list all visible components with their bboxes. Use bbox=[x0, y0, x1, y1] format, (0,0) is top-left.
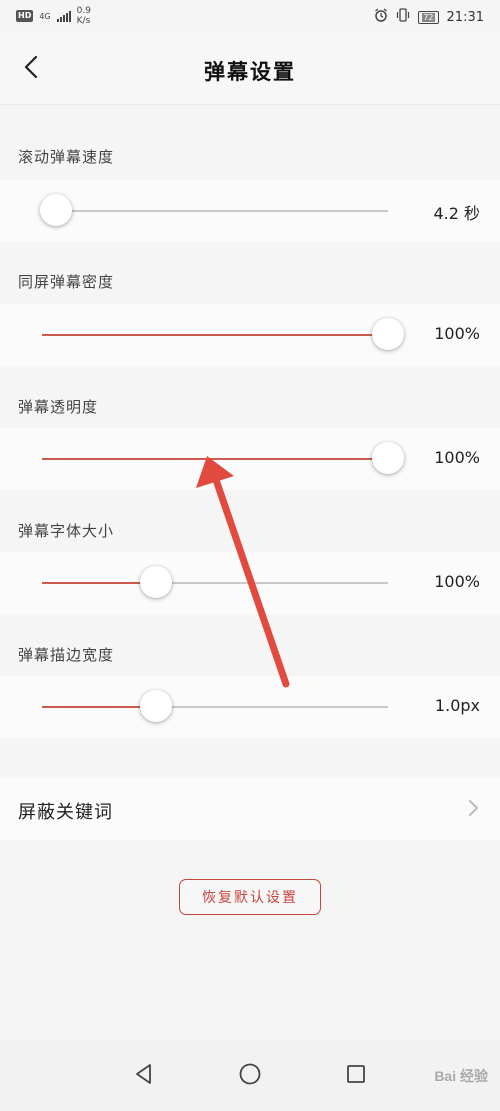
chevron-right-icon bbox=[466, 798, 482, 818]
battery-level: 72 bbox=[422, 12, 435, 22]
alarm-icon bbox=[374, 8, 388, 26]
watermark-logo: Bai 经验 bbox=[434, 1068, 488, 1084]
nav-back-button[interactable] bbox=[128, 1060, 160, 1092]
slider-track[interactable] bbox=[42, 210, 388, 212]
hd-badge: HD bbox=[16, 10, 34, 22]
slider-thumb[interactable] bbox=[39, 194, 72, 226]
nav-recents-button[interactable] bbox=[340, 1060, 372, 1092]
setting-label-stroke-width: 弹幕描边宽度 bbox=[18, 646, 115, 664]
slider-thumb[interactable] bbox=[140, 566, 173, 598]
nav-back-icon bbox=[133, 1063, 155, 1089]
slider-fill bbox=[42, 334, 388, 336]
speed-value: 0.9 bbox=[76, 6, 91, 16]
speed-unit: K/s bbox=[76, 16, 91, 26]
slider-thumb[interactable] bbox=[140, 690, 173, 722]
slider-track[interactable] bbox=[42, 458, 388, 460]
setting-value: 4.2 秒 bbox=[433, 204, 480, 223]
setting-label-font-size: 弹幕字体大小 bbox=[18, 522, 115, 540]
block-keywords-label: 屏蔽关键词 bbox=[18, 802, 113, 823]
slider-row-opacity: 100% bbox=[0, 428, 500, 490]
setting-label-density: 同屏弹幕密度 bbox=[18, 273, 115, 291]
signal-icon bbox=[56, 10, 71, 22]
status-right: 72 21:31 bbox=[374, 8, 484, 26]
slider-fill bbox=[42, 582, 157, 584]
battery-icon: 72 bbox=[418, 10, 439, 24]
system-nav-bar: Bai 经验 bbox=[0, 1040, 500, 1111]
app-header: 弹幕设置 bbox=[0, 34, 500, 105]
slider-fill bbox=[42, 458, 388, 460]
slider-track[interactable] bbox=[42, 706, 388, 708]
setting-label-opacity: 弹幕透明度 bbox=[18, 398, 99, 416]
slider-fill bbox=[42, 706, 157, 708]
reset-defaults-button[interactable]: 恢复默认设置 bbox=[179, 879, 321, 915]
slider-track[interactable] bbox=[42, 334, 388, 336]
network-type: 4G bbox=[39, 11, 51, 21]
slider-track[interactable] bbox=[42, 582, 388, 584]
nav-home-button[interactable] bbox=[234, 1060, 266, 1092]
network-speed: 0.9 K/s bbox=[77, 6, 91, 26]
page-title: 弹幕设置 bbox=[204, 59, 296, 84]
setting-value: 1.0px bbox=[434, 696, 480, 715]
setting-value: 100% bbox=[434, 572, 480, 591]
status-left: HD 4G 0.9 K/s bbox=[16, 6, 91, 26]
setting-value: 100% bbox=[434, 324, 480, 343]
slider-row-font-size: 100% bbox=[0, 552, 500, 614]
slider-row-stroke-width: 1.0px bbox=[0, 676, 500, 738]
nav-home-icon bbox=[238, 1062, 262, 1090]
slider-thumb[interactable] bbox=[372, 442, 404, 474]
clock: 21:31 bbox=[446, 9, 484, 25]
slider-row-density: 100% bbox=[0, 304, 500, 366]
nav-recents-icon bbox=[345, 1063, 367, 1089]
setting-value: 100% bbox=[434, 448, 480, 467]
block-keywords-row[interactable]: 屏蔽关键词 bbox=[0, 778, 500, 840]
status-bar: HD 4G 0.9 K/s 72 21:31 bbox=[0, 0, 500, 34]
slider-row-scroll-speed: 4.2 秒 bbox=[0, 180, 500, 242]
slider-thumb[interactable] bbox=[372, 318, 404, 350]
setting-label-scroll-speed: 滚动弹幕速度 bbox=[18, 148, 115, 166]
vibrate-icon bbox=[396, 8, 410, 26]
